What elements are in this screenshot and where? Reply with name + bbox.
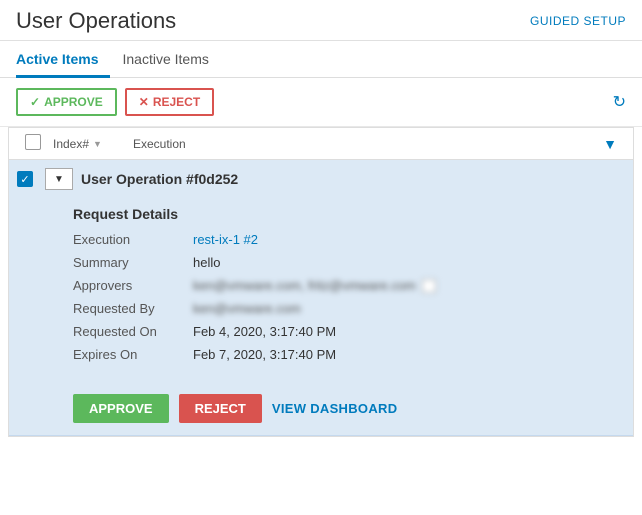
table-row: ✓ ▼ User Operation #f0d252 Request Detai…: [9, 160, 633, 436]
row-title: User Operation #f0d252: [81, 171, 238, 187]
checkmark-icon: ✓: [30, 95, 40, 109]
refresh-icon[interactable]: ↻: [613, 92, 626, 112]
sort-icon: ▼: [93, 139, 102, 149]
detail-label-execution: Execution: [73, 232, 193, 247]
detail-expires-on: Expires On Feb 7, 2020, 3:17:40 PM: [73, 347, 617, 362]
detail-approvers: Approvers ken@vmware.com, fritz@vmware.c…: [73, 278, 617, 293]
approve-bottom-button[interactable]: APPROVE: [73, 394, 169, 423]
approve-top-button[interactable]: ✓ APPROVE: [16, 88, 117, 116]
view-dashboard-button[interactable]: VIEW DASHBOARD: [272, 401, 398, 416]
reject-top-button[interactable]: ✕ REJECT: [125, 88, 214, 116]
page-header: User Operations GUIDED SETUP: [0, 0, 642, 41]
detail-value-approvers: ken@vmware.com, fritz@vmware.com: [193, 278, 436, 293]
detail-value-execution[interactable]: rest-ix-1 #2: [193, 232, 258, 247]
chevron-down-icon: ▼: [54, 174, 64, 185]
tab-active-items[interactable]: Active Items: [16, 43, 110, 78]
x-icon: ✕: [139, 95, 149, 109]
guided-setup-link[interactable]: GUIDED SETUP: [530, 14, 626, 28]
action-toolbar: ✓ APPROVE ✕ REJECT ↻: [0, 78, 642, 127]
tab-bar: Active Items Inactive Items: [0, 43, 642, 78]
page-title: User Operations: [16, 8, 176, 34]
row-header: ✓ ▼ User Operation #f0d252: [9, 160, 633, 198]
data-table: Index# ▼ Execution ▼ ✓ ▼ User Operation …: [8, 127, 634, 437]
tab-inactive-items[interactable]: Inactive Items: [122, 43, 220, 78]
detail-requested-on: Requested On Feb 4, 2020, 3:17:40 PM: [73, 324, 617, 339]
detail-value-requested-on: Feb 4, 2020, 3:17:40 PM: [193, 324, 336, 339]
detail-label-summary: Summary: [73, 255, 193, 270]
column-header-execution: Execution: [133, 137, 603, 151]
detail-label-expires-on: Expires On: [73, 347, 193, 362]
expand-button[interactable]: ▼: [45, 168, 73, 190]
detail-summary: Summary hello: [73, 255, 617, 270]
checked-checkbox[interactable]: ✓: [17, 171, 33, 187]
table-header-row: Index# ▼ Execution ▼: [9, 128, 633, 160]
header-checkbox[interactable]: [25, 134, 41, 150]
detail-label-approvers: Approvers: [73, 278, 193, 293]
row-actions: APPROVE REJECT VIEW DASHBOARD: [9, 382, 633, 435]
detail-label-requested-on: Requested On: [73, 324, 193, 339]
select-all-checkbox[interactable]: [25, 134, 53, 153]
detail-value-requested-by: ken@vmware.com: [193, 301, 301, 316]
filter-icon[interactable]: ▼: [603, 136, 617, 152]
detail-requested-by: Requested By ken@vmware.com: [73, 301, 617, 316]
detail-label-requested-by: Requested By: [73, 301, 193, 316]
request-details-title: Request Details: [73, 206, 617, 222]
approvers-checkbox[interactable]: [422, 279, 436, 293]
request-details-panel: Request Details Execution rest-ix-1 #2 S…: [9, 198, 633, 382]
row-checkbox[interactable]: ✓: [17, 171, 45, 187]
column-header-index[interactable]: Index# ▼: [53, 137, 133, 151]
reject-bottom-button[interactable]: REJECT: [179, 394, 262, 423]
detail-value-summary: hello: [193, 255, 220, 270]
detail-value-expires-on: Feb 7, 2020, 3:17:40 PM: [193, 347, 336, 362]
detail-execution: Execution rest-ix-1 #2: [73, 232, 617, 247]
